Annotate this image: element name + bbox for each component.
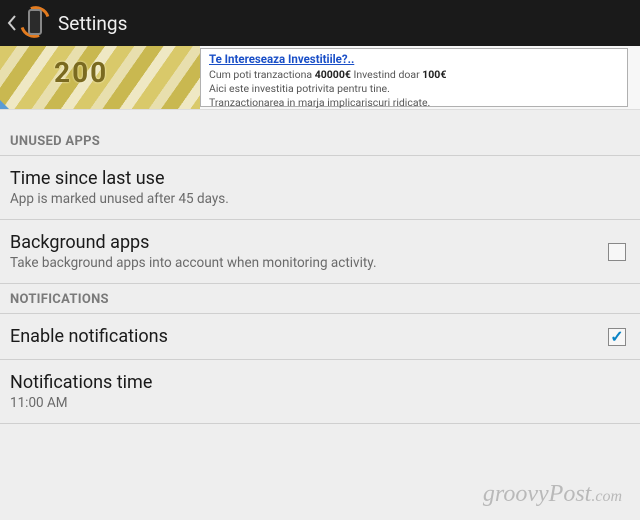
pref-background-apps[interactable]: Background apps Take background apps int… bbox=[0, 220, 640, 284]
pref-summary: Take background apps into account when m… bbox=[10, 255, 598, 271]
pref-title: Time since last use bbox=[10, 168, 626, 189]
action-bar: Settings bbox=[0, 0, 640, 46]
section-header-notifications: NOTIFICATIONS bbox=[0, 284, 640, 314]
watermark: groovyPost.com bbox=[483, 481, 622, 508]
ad-banner[interactable]: Te Intereseaza Investitiile?.. Cum poti … bbox=[0, 46, 640, 110]
pref-title: Background apps bbox=[10, 232, 598, 253]
pref-summary: App is marked unused after 45 days. bbox=[10, 191, 626, 207]
page-title: Settings bbox=[58, 12, 127, 35]
checkbox-enable-notifications[interactable] bbox=[608, 328, 626, 346]
ad-text: Te Intereseaza Investitiile?.. Cum poti … bbox=[200, 48, 628, 107]
pref-title: Enable notifications bbox=[10, 326, 598, 347]
checkbox-background-apps[interactable] bbox=[608, 243, 626, 261]
settings-list: UNUSED APPS Time since last use App is m… bbox=[0, 110, 640, 424]
back-icon[interactable] bbox=[6, 0, 16, 46]
ad-image bbox=[0, 46, 200, 110]
app-icon[interactable] bbox=[18, 6, 52, 40]
pref-summary: 11:00 AM bbox=[10, 395, 626, 411]
pref-title: Notifications time bbox=[10, 372, 626, 393]
adchoices-icon[interactable] bbox=[0, 100, 10, 110]
pref-enable-notifications[interactable]: Enable notifications bbox=[0, 314, 640, 360]
pref-notifications-time[interactable]: Notifications time 11:00 AM bbox=[0, 360, 640, 424]
section-header-unused-apps: UNUSED APPS bbox=[0, 110, 640, 156]
pref-time-since-last-use[interactable]: Time since last use App is marked unused… bbox=[0, 156, 640, 220]
ad-title[interactable]: Te Intereseaza Investitiile?.. bbox=[209, 52, 354, 66]
